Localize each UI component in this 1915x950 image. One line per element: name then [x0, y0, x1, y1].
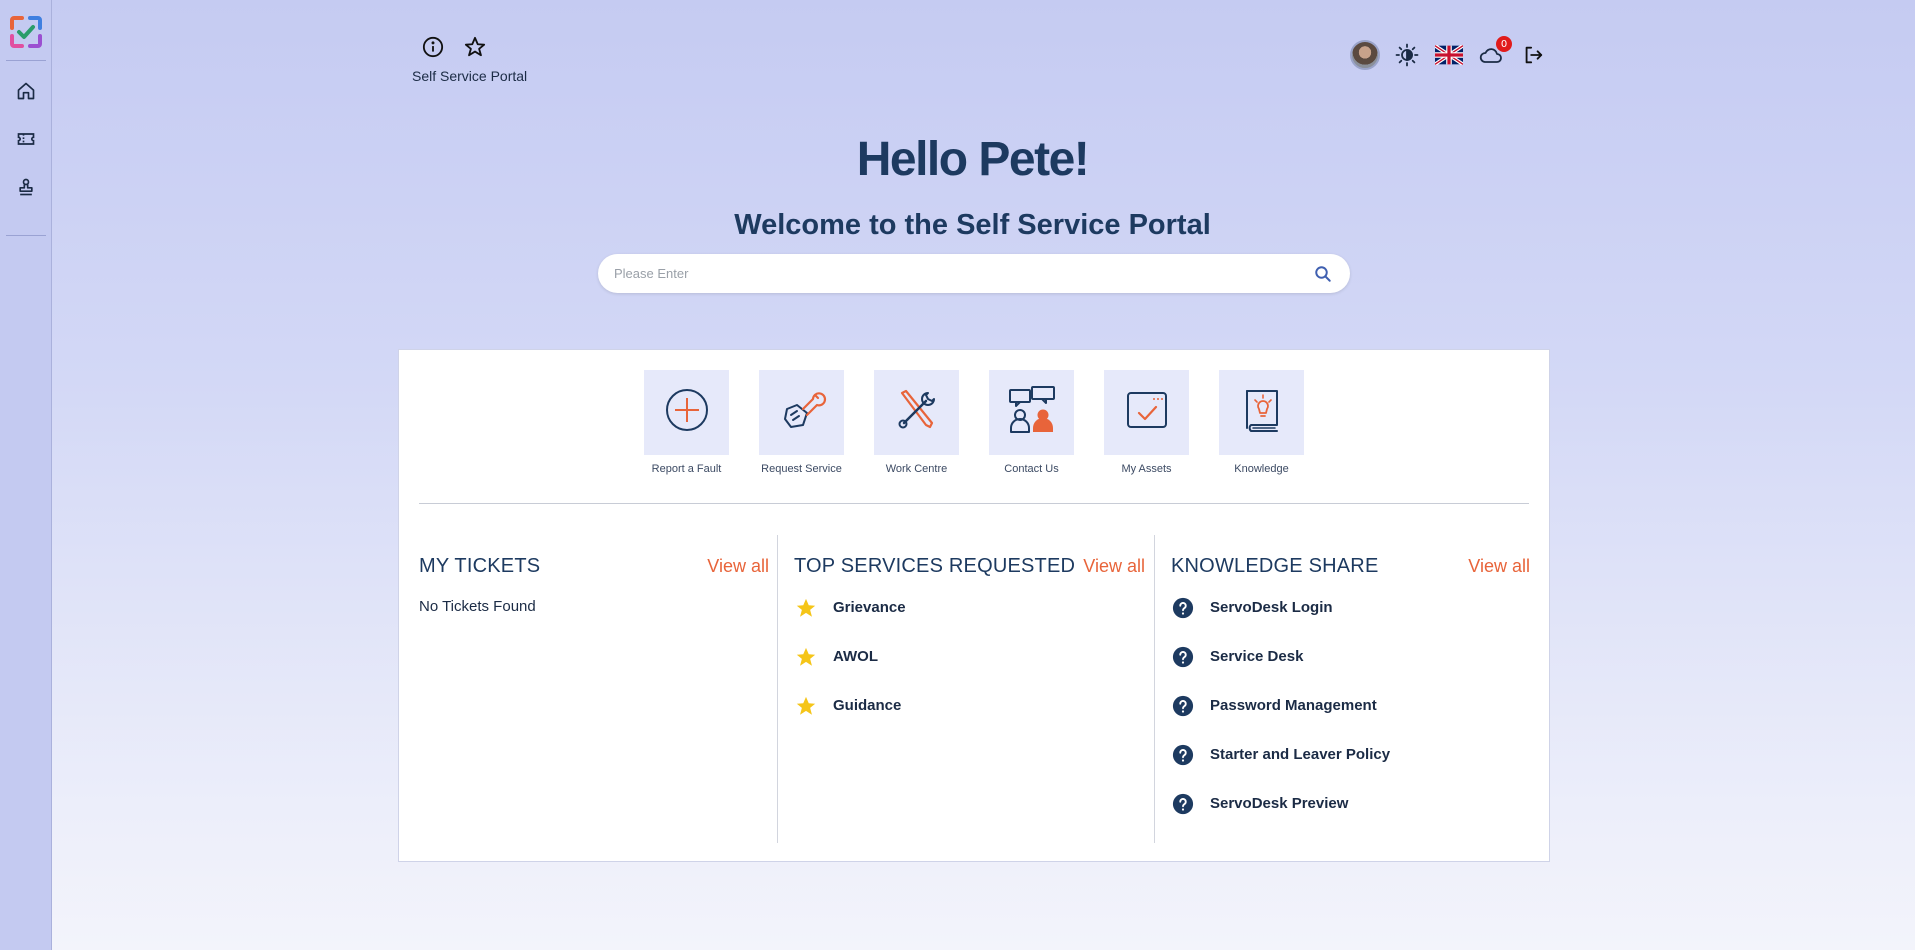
question-icon	[1171, 645, 1195, 669]
tile-box	[874, 370, 959, 455]
service-item-awol[interactable]: AWOL	[794, 643, 1145, 670]
search-input[interactable]	[614, 266, 1312, 281]
tile-report-fault[interactable]: Report a Fault	[644, 370, 729, 475]
quick-actions: Report a Fault Request Service Work Cent…	[644, 370, 1304, 475]
knowledge-item-label: Password Management	[1210, 697, 1377, 714]
theme-toggle-icon[interactable]	[1392, 40, 1422, 70]
knowledge-item-label: Service Desk	[1210, 648, 1304, 665]
knowledge-item[interactable]: Service Desk	[1171, 643, 1530, 670]
tile-knowledge[interactable]: Knowledge	[1219, 370, 1304, 475]
tile-work-centre[interactable]: Work Centre	[874, 370, 959, 475]
service-item-label: AWOL	[833, 648, 878, 665]
section-divider	[419, 503, 1529, 504]
page-title: Hello Pete!	[856, 133, 1090, 186]
people-chat-icon	[1006, 384, 1058, 441]
service-item-label: Guidance	[833, 697, 902, 714]
tile-box	[1104, 370, 1189, 455]
tile-label: Request Service	[761, 463, 842, 475]
knowledge-item[interactable]: Password Management	[1171, 692, 1530, 719]
book-bulb-icon	[1237, 385, 1287, 440]
my-tickets-view-all-link[interactable]: View all	[707, 556, 769, 577]
notifications-cloud-icon[interactable]: 0	[1476, 36, 1512, 70]
tile-label: My Assets	[1121, 463, 1172, 475]
knowledge-item-label: ServoDesk Login	[1210, 599, 1333, 616]
asset-check-icon	[1122, 385, 1172, 440]
tile-label: Report a Fault	[651, 463, 722, 475]
search-icon[interactable]	[1312, 263, 1334, 285]
service-item-grievance[interactable]: Grievance	[794, 594, 1145, 621]
my-tickets-section: MY TICKETS View all No Tickets Found	[419, 535, 769, 843]
top-services-section: TOP SERVICES REQUESTED View all Grievanc…	[777, 535, 1145, 843]
knowledge-item-label: Starter and Leaver Policy	[1210, 746, 1391, 763]
tile-box	[989, 370, 1074, 455]
question-icon	[1171, 694, 1195, 718]
tile-box	[644, 370, 729, 455]
knowledge-item-label: ServoDesk Preview	[1210, 795, 1349, 812]
tile-request-service[interactable]: Request Service	[759, 370, 844, 475]
star-icon	[794, 694, 818, 718]
header-right: 0	[1350, 36, 1548, 70]
search-bar	[598, 254, 1350, 293]
knowledge-item[interactable]: Starter and Leaver Policy	[1171, 741, 1530, 768]
tile-box	[1219, 370, 1304, 455]
tile-box	[759, 370, 844, 455]
logout-icon[interactable]	[1518, 40, 1548, 70]
service-item-label: Grievance	[833, 599, 906, 616]
knowledge-share-title: KNOWLEDGE SHARE	[1171, 555, 1379, 577]
user-avatar[interactable]	[1350, 40, 1380, 70]
home-icon[interactable]	[8, 73, 44, 109]
tile-my-assets[interactable]: My Assets	[1104, 370, 1189, 475]
page-subtitle: Welcome to the Self Service Portal	[734, 209, 1211, 241]
hand-wrench-icon	[777, 385, 827, 440]
top-services-view-all-link[interactable]: View all	[1083, 556, 1145, 577]
portal-label: Self Service Portal	[412, 68, 528, 84]
info-icon[interactable]	[420, 34, 446, 60]
tile-contact-us[interactable]: Contact Us	[989, 370, 1074, 475]
star-icon	[794, 645, 818, 669]
header-left: Self Service Portal	[412, 34, 527, 84]
tile-label: Work Centre	[885, 463, 948, 475]
notifications-badge: 0	[1496, 36, 1512, 52]
knowledge-item[interactable]: ServoDesk Preview	[1171, 790, 1530, 817]
no-tickets-text: No Tickets Found	[419, 598, 536, 615]
plus-circle-icon	[663, 386, 711, 439]
tools-icon	[892, 385, 942, 440]
knowledge-share-section: KNOWLEDGE SHARE View all ServoDesk Login…	[1154, 535, 1530, 843]
avatar	[1350, 40, 1380, 70]
tile-label: Contact Us	[1004, 463, 1059, 475]
knowledge-item[interactable]: ServoDesk Login	[1171, 594, 1530, 621]
knowledge-share-view-all-link[interactable]: View all	[1468, 556, 1530, 577]
main-card: Report a Fault Request Service Work Cent…	[398, 349, 1550, 862]
app-logo-icon[interactable]	[8, 14, 44, 50]
question-icon	[1171, 743, 1195, 767]
tile-label: Knowledge	[1234, 463, 1289, 475]
service-item-guidance[interactable]: Guidance	[794, 692, 1145, 719]
favorite-star-icon[interactable]	[462, 34, 488, 60]
star-icon	[794, 596, 818, 620]
question-icon	[1171, 792, 1195, 816]
question-icon	[1171, 596, 1195, 620]
my-tickets-title: MY TICKETS	[419, 555, 541, 577]
sidebar-divider	[5, 60, 46, 61]
top-services-title: TOP SERVICES REQUESTED	[794, 555, 1076, 577]
uk-flag-icon[interactable]	[1434, 40, 1464, 70]
